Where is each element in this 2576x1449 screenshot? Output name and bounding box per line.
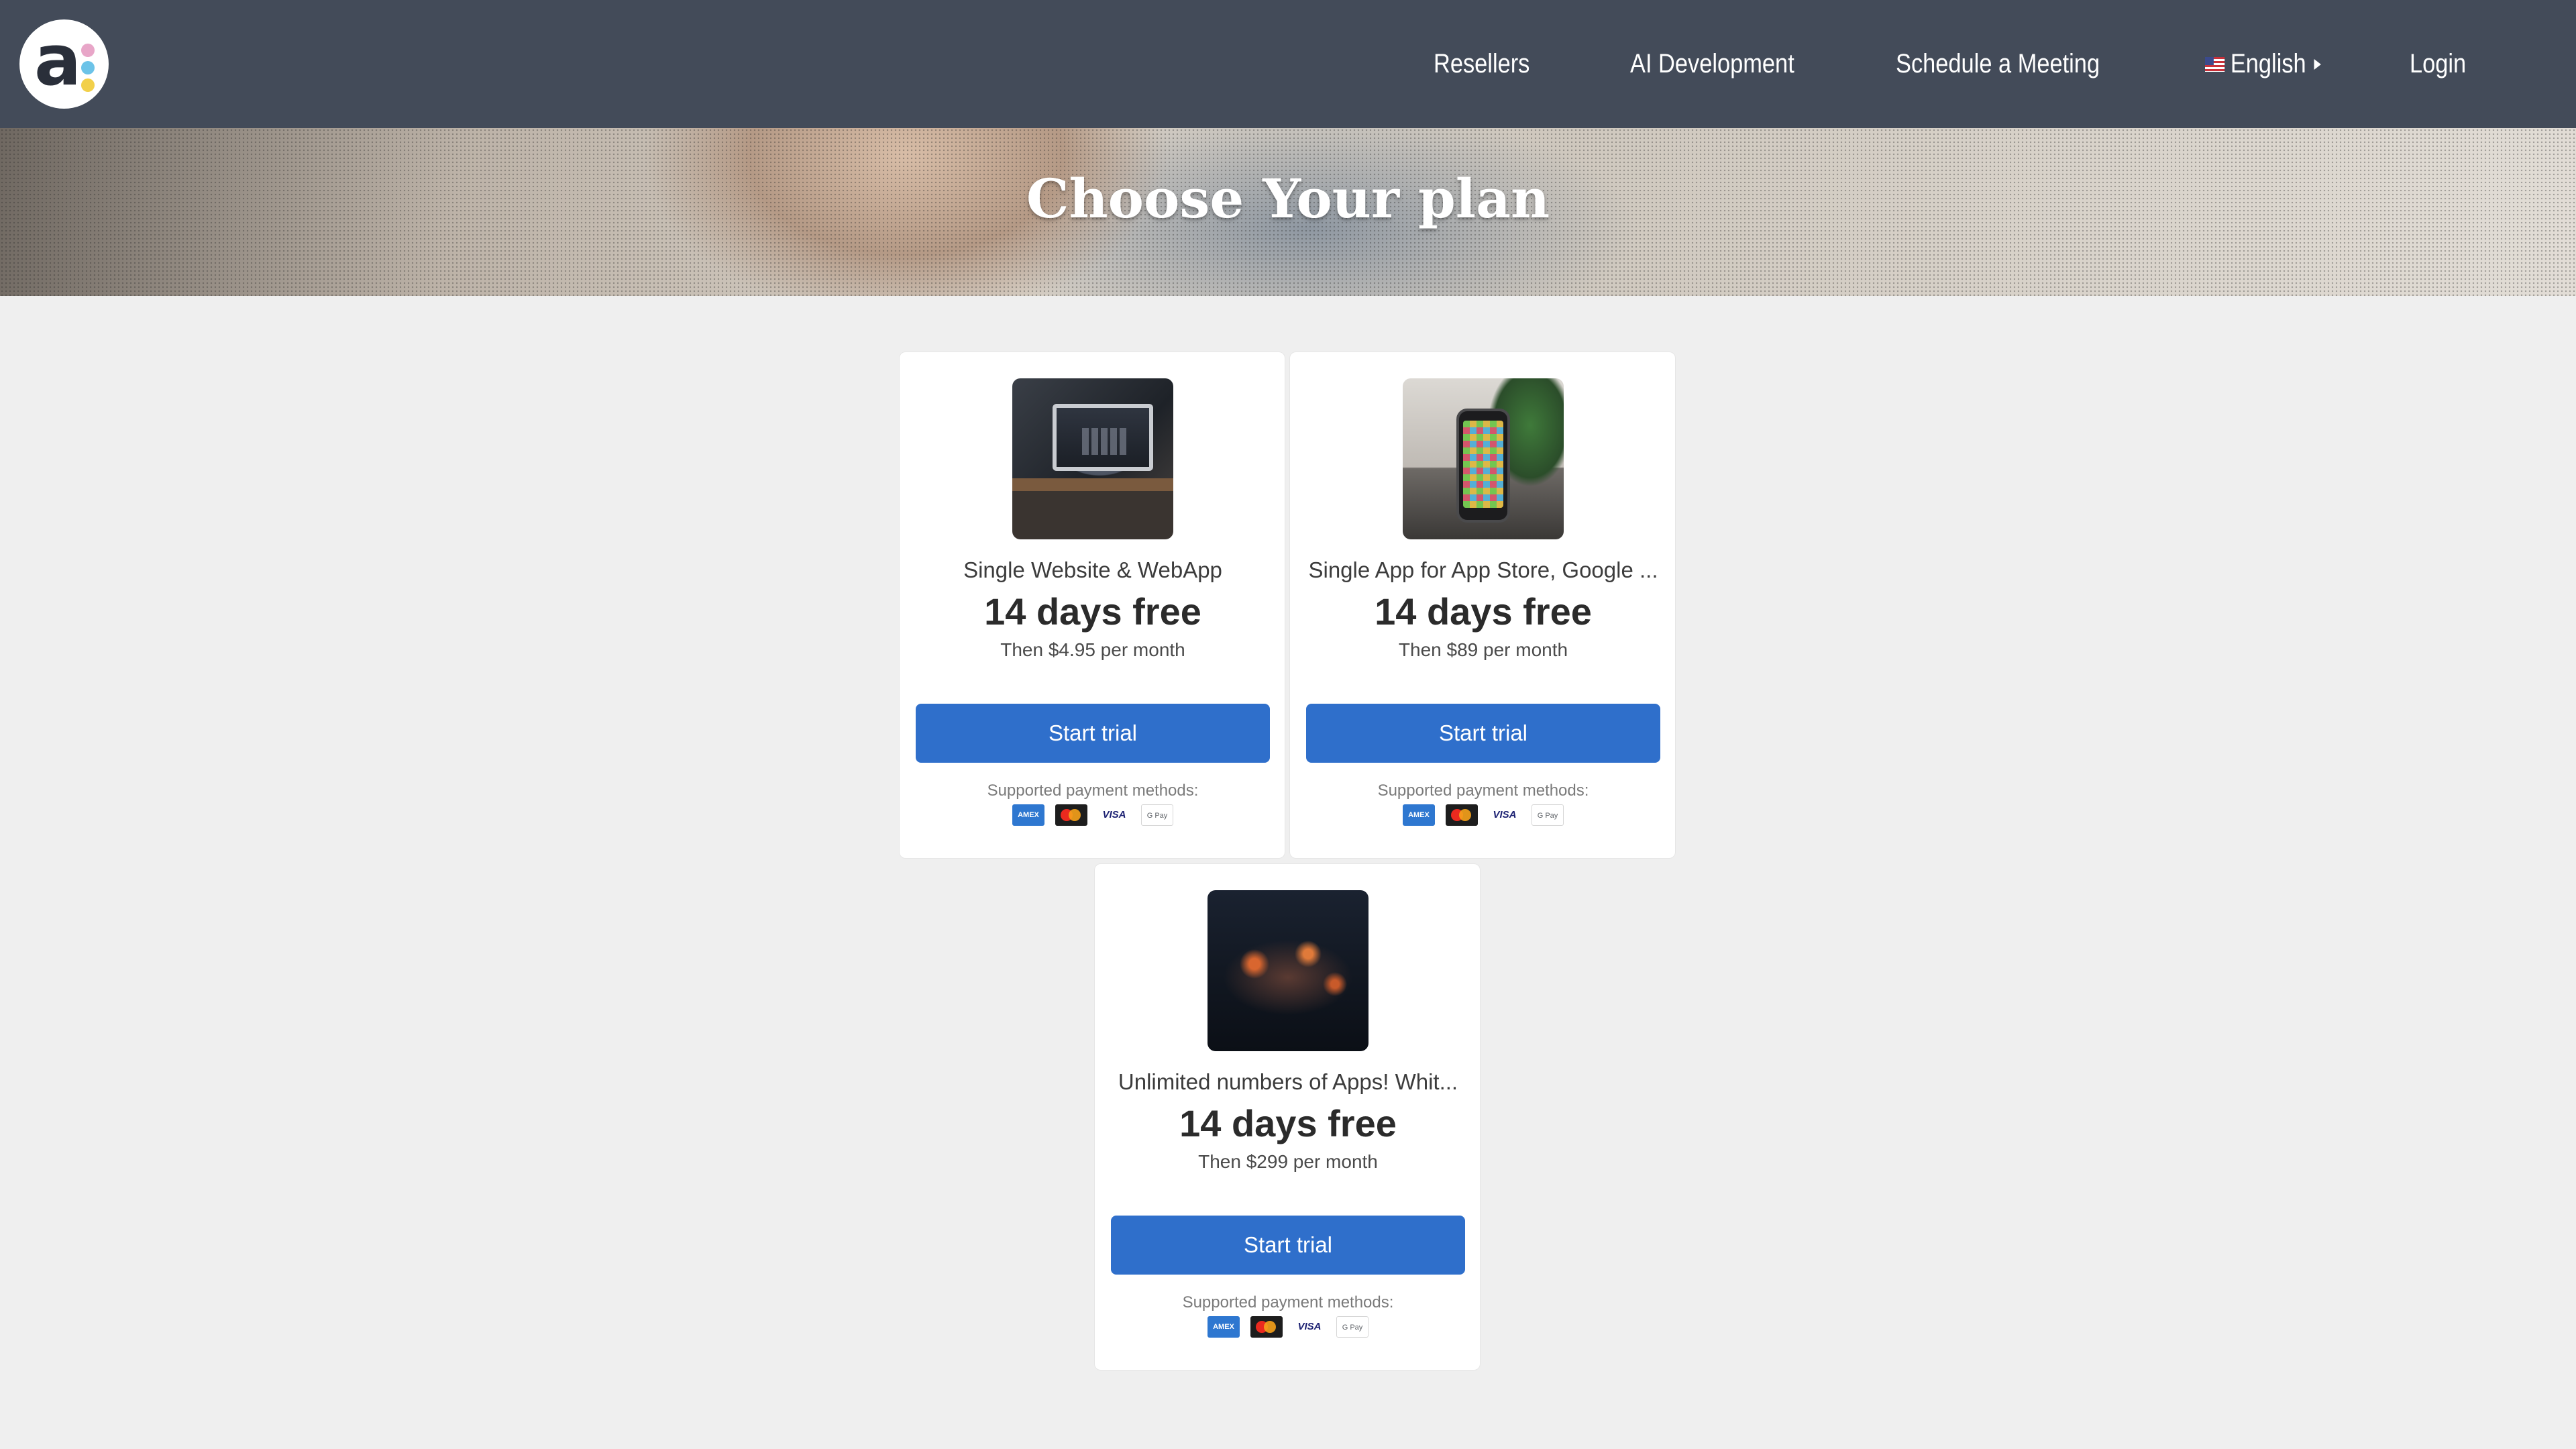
office-night-image [1208,890,1368,1051]
mastercard-icon [1250,1316,1283,1338]
plan-trial: 14 days free [984,590,1201,633]
smartphone-image [1403,378,1564,539]
nav-resellers[interactable]: Resellers [1434,0,1529,128]
payment-icons: AMEX VISA G Pay [1290,804,1676,826]
nav-login-label: Login [2410,49,2467,78]
caret-right-icon [2314,58,2322,70]
plan-price: Then $299 per month [1198,1151,1378,1172]
google-pay-icon: G Pay [1141,804,1173,826]
plan-name: Single App for App Store, Google ... [1308,557,1658,582]
visa-icon: VISA [1098,804,1130,826]
amex-icon: AMEX [1208,1316,1240,1338]
mastercard-icon [1446,804,1478,826]
top-header: a Resellers AI Development Schedule a Me… [0,0,2576,128]
plan-card-website: Single Website & WebApp 14 days free The… [899,352,1285,859]
start-trial-button[interactable]: Start trial [1111,1216,1465,1275]
logo-dot-pink [81,44,95,57]
nav-ai-development-label: AI Development [1630,49,1794,78]
plan-card-app: Single App for App Store, Google ... 14 … [1289,352,1676,859]
page-title: Choose Your plan [1026,167,1550,230]
plan-name: Single Website & WebApp [963,557,1222,582]
language-selector[interactable]: English [2205,0,2322,128]
logo-letter: a [34,19,82,101]
google-pay-icon: G Pay [1532,804,1564,826]
us-flag-icon [2205,56,2225,72]
brand-logo[interactable]: a [19,19,109,109]
hero-banner: Choose Your plan [0,128,2576,296]
plan-price: Then $4.95 per month [1000,639,1185,660]
amex-icon: AMEX [1403,804,1435,826]
desktop-computer-image [1012,378,1173,539]
visa-icon: VISA [1489,804,1521,826]
language-label: English [2230,49,2306,78]
plan-trial: 14 days free [1375,590,1592,633]
payment-icons: AMEX VISA G Pay [1095,1316,1481,1338]
nav-login[interactable]: Login [2410,0,2466,128]
start-trial-button[interactable]: Start trial [1306,704,1660,763]
google-pay-icon: G Pay [1336,1316,1368,1338]
start-trial-button[interactable]: Start trial [916,704,1270,763]
mastercard-icon [1055,804,1087,826]
plan-trial: 14 days free [1179,1102,1397,1144]
payment-methods-label: Supported payment methods: [987,782,1199,800]
payment-methods-label: Supported payment methods: [1377,782,1589,800]
logo-dot-yellow [81,78,95,92]
logo-dot-blue [81,61,95,74]
amex-icon: AMEX [1012,804,1044,826]
nav-schedule-meeting-label: Schedule a Meeting [1896,49,2100,78]
plan-name: Unlimited numbers of Apps! Whit... [1118,1069,1458,1094]
plan-card-unlimited: Unlimited numbers of Apps! Whit... 14 da… [1094,863,1481,1371]
plan-price: Then $89 per month [1398,639,1568,660]
nav-resellers-label: Resellers [1434,49,1530,78]
payment-icons: AMEX VISA G Pay [900,804,1286,826]
nav-ai-development[interactable]: AI Development [1630,0,1794,128]
visa-icon: VISA [1293,1316,1326,1338]
nav-schedule-meeting[interactable]: Schedule a Meeting [1896,0,2100,128]
payment-methods-label: Supported payment methods: [1182,1293,1394,1311]
